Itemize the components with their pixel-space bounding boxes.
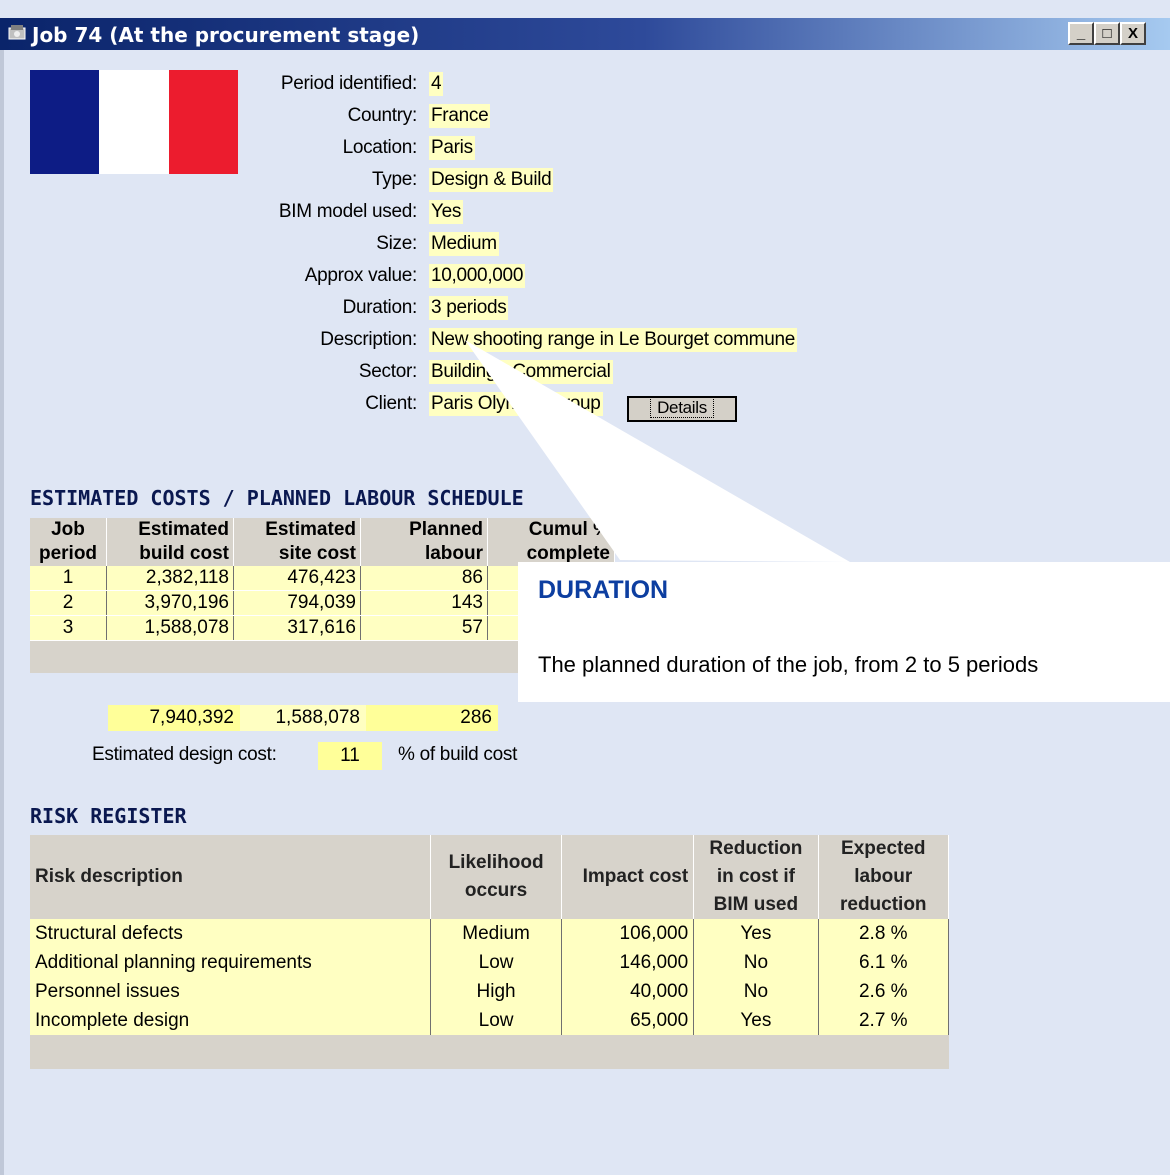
tooltip-text: The planned duration of the job, from 2 … [538, 652, 1039, 677]
tooltip-title: DURATION [538, 576, 669, 604]
help-tooltip: DURATION The planned duration of the job… [518, 562, 1170, 702]
